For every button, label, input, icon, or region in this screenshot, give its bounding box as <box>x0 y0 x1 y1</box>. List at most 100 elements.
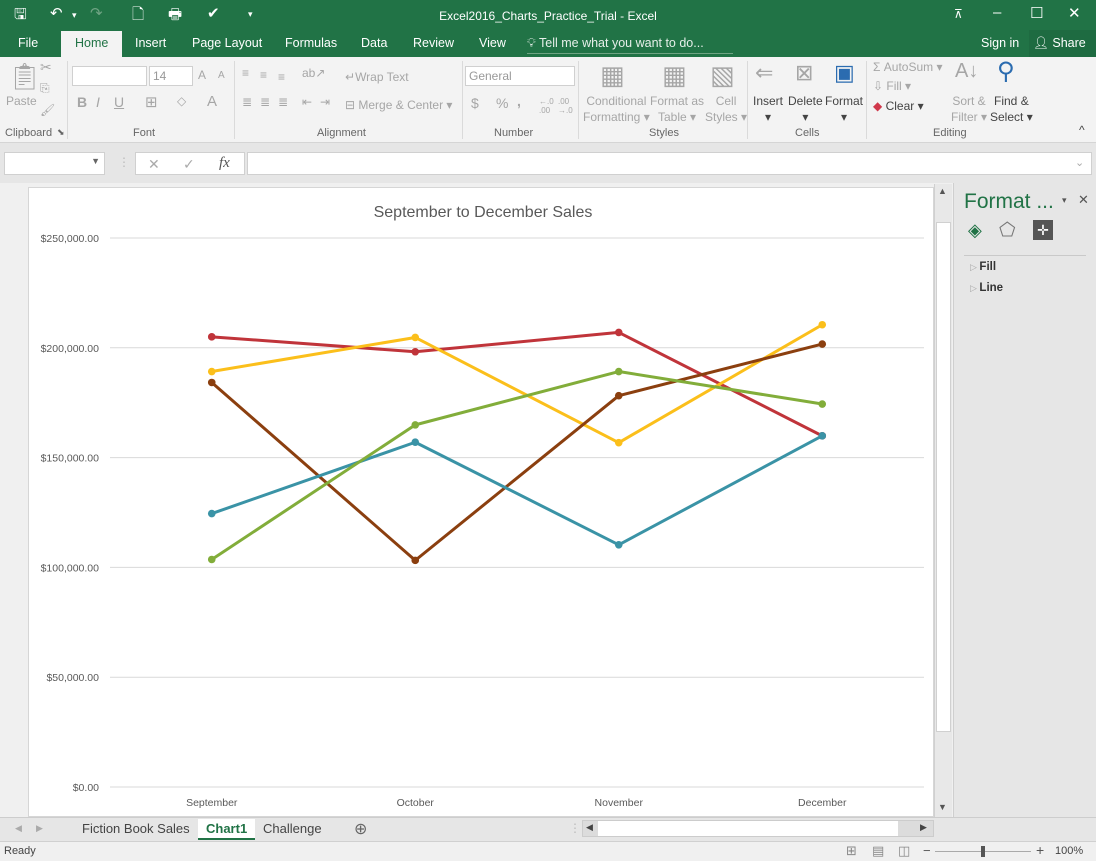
font-name-field[interactable] <box>72 66 147 86</box>
decrease-font-icon[interactable]: A <box>218 70 225 81</box>
horizontal-scrollbar[interactable]: ◀ ▶ <box>582 820 934 837</box>
horizontal-scroll-thumb[interactable] <box>598 821 898 836</box>
data-point[interactable] <box>614 367 623 376</box>
data-point[interactable] <box>614 540 623 549</box>
decrease-indent-icon[interactable]: ⇤ <box>302 95 312 109</box>
series-line[interactable] <box>211 434 823 547</box>
scroll-right-icon[interactable]: ▶ <box>920 822 927 833</box>
data-point[interactable] <box>207 509 216 518</box>
sheet-tab-fiction-book-sales[interactable]: Fiction Book Sales <box>74 819 198 840</box>
tab-split-grip-icon[interactable]: ⋮ <box>569 821 581 835</box>
autosum-button[interactable]: Σ AutoSum ▾ <box>873 60 942 74</box>
zoom-slider-thumb[interactable] <box>981 846 985 857</box>
wrap-text-button[interactable]: ↵Wrap Text <box>345 70 409 84</box>
formula-input[interactable] <box>247 152 1092 175</box>
bottom-align-icon[interactable]: ≡ <box>278 70 285 84</box>
sheet-tab-chart1[interactable]: Chart1 <box>198 819 256 840</box>
maximize-icon[interactable]: ☐ <box>1030 4 1043 22</box>
sheet-tab-challenge[interactable]: Challenge <box>255 819 330 840</box>
format-cells-button[interactable]: Format ▾ <box>825 93 863 125</box>
zoom-in-button[interactable]: + <box>1036 842 1044 858</box>
align-left-icon[interactable]: ≣ <box>242 95 252 109</box>
cut-icon[interactable]: ✂ <box>40 59 52 76</box>
zoom-out-button[interactable]: − <box>923 843 931 858</box>
paste-button[interactable]: Paste <box>6 94 37 108</box>
zoom-slider[interactable] <box>935 846 1031 857</box>
tab-view[interactable]: View <box>479 36 506 50</box>
scroll-down-icon[interactable]: ▼ <box>938 802 947 812</box>
middle-align-icon[interactable]: ≡ <box>260 68 267 82</box>
data-point[interactable] <box>411 333 420 342</box>
prev-sheet-icon[interactable]: ◀ <box>15 823 22 834</box>
tab-file[interactable]: File <box>18 36 38 50</box>
effects-pentagon-icon[interactable]: ⬠ <box>999 219 1016 242</box>
series-5[interactable] <box>207 367 827 564</box>
sort-filter-button[interactable]: Sort & Filter ▾ <box>951 93 987 125</box>
number-format-dropdown[interactable]: General <box>465 66 575 86</box>
minimize-icon[interactable]: – <box>993 4 1001 21</box>
percent-button[interactable]: % <box>496 95 508 111</box>
data-point[interactable] <box>614 328 623 337</box>
chart-title[interactable]: September to December Sales <box>374 204 593 221</box>
fill-line-icon[interactable]: ◈ <box>968 220 982 241</box>
format-as-table-button[interactable]: Format as Table ▾ <box>650 93 704 125</box>
series-2[interactable] <box>207 320 827 447</box>
data-point[interactable] <box>207 378 216 387</box>
line-section[interactable]: ▷ Line <box>970 282 1003 294</box>
data-point[interactable] <box>411 347 420 356</box>
tab-data[interactable]: Data <box>361 36 387 50</box>
vertical-scroll-thumb[interactable] <box>936 222 951 732</box>
new-sheet-icon[interactable]: ⊕ <box>354 819 367 839</box>
copy-icon[interactable]: ⎘ <box>40 81 50 96</box>
data-point[interactable] <box>207 367 216 376</box>
fill-section[interactable]: ▷ Fill <box>970 261 996 273</box>
cell-styles-button[interactable]: Cell Styles ▾ <box>705 93 747 125</box>
format-cells-icon[interactable]: ▣ <box>834 60 855 86</box>
delete-cells-button[interactable]: Delete ▾ <box>788 93 823 125</box>
align-right-icon[interactable]: ≣ <box>278 95 288 109</box>
series-line[interactable] <box>210 370 823 561</box>
italic-button[interactable]: I <box>96 94 100 110</box>
data-point[interactable] <box>411 556 420 565</box>
data-point[interactable] <box>818 400 827 408</box>
borders-icon[interactable]: ⊞ <box>145 93 158 111</box>
find-select-button[interactable]: Find & Select ▾ <box>990 93 1033 125</box>
normal-view-icon[interactable]: ⊞ <box>846 843 857 859</box>
data-point[interactable] <box>411 421 420 429</box>
series-4[interactable] <box>207 432 827 549</box>
conditional-formatting-icon[interactable]: ▦ <box>600 60 625 91</box>
insert-function-button[interactable]: fx <box>219 155 230 172</box>
increase-font-icon[interactable]: A <box>198 68 206 82</box>
tab-page-layout[interactable]: Page Layout <box>192 36 262 50</box>
currency-button[interactable]: $ <box>471 95 479 111</box>
data-point[interactable] <box>818 432 827 440</box>
name-box[interactable]: ▼ <box>4 152 105 175</box>
data-point[interactable] <box>411 438 420 447</box>
sort-filter-icon[interactable]: A↓ <box>955 60 978 83</box>
ribbon-display-options-icon[interactable]: ⊼ <box>954 7 963 21</box>
cancel-entry-button[interactable]: ✕ <box>148 156 160 173</box>
vertical-scrollbar[interactable]: ▲ ▼ <box>934 184 952 817</box>
bold-button[interactable]: B <box>77 94 87 110</box>
merge-center-button[interactable]: ⊟ Merge & Center ▾ <box>345 98 452 112</box>
page-layout-view-icon[interactable]: ▤ <box>872 843 884 859</box>
data-point[interactable] <box>207 555 216 564</box>
name-box-dropdown-icon[interactable]: ▼ <box>91 156 100 166</box>
font-size-field[interactable]: 14 <box>149 66 193 86</box>
fill-button[interactable]: ⇩ Fill ▾ <box>873 79 911 93</box>
size-properties-icon[interactable]: ✛ <box>1033 220 1053 240</box>
close-icon[interactable]: ✕ <box>1068 4 1081 22</box>
tab-home[interactable]: Home <box>61 31 123 57</box>
data-point[interactable] <box>207 333 216 341</box>
data-point[interactable] <box>818 320 827 329</box>
find-select-icon[interactable]: ⚲ <box>997 57 1015 86</box>
increase-indent-icon[interactable]: ⇥ <box>320 95 330 109</box>
format-painter-icon[interactable]: 🖌︎ <box>40 103 55 117</box>
font-color-button[interactable]: A <box>207 93 217 110</box>
fill-color-icon[interactable]: ◇ <box>177 94 186 108</box>
zoom-level[interactable]: 100% <box>1055 845 1083 857</box>
collapse-ribbon-icon[interactable]: ^ <box>1079 123 1085 137</box>
comma-button[interactable]: , <box>517 93 521 109</box>
clear-button[interactable]: ◆ Clear ▾ <box>873 99 924 113</box>
insert-cells-icon[interactable]: ⇐ <box>755 60 773 86</box>
